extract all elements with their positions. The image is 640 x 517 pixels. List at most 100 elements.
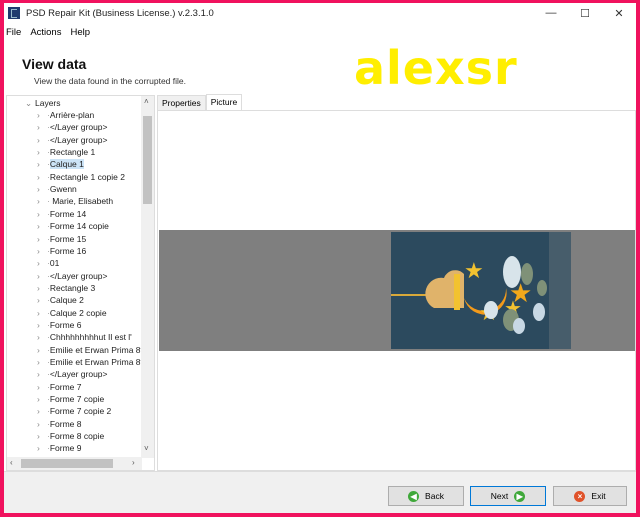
tree-item[interactable]: › ·Forme 7: [37, 381, 82, 393]
tree-item-label: 01: [49, 258, 60, 269]
next-label: Next: [490, 491, 509, 501]
chevron-right-icon: ›: [37, 184, 40, 195]
back-button[interactable]: ◀ Back: [388, 486, 464, 506]
tree-item[interactable]: › ·Calque 2 copie: [37, 307, 107, 319]
tree-item-label: Calque 2: [49, 295, 84, 306]
app-icon: [8, 7, 20, 19]
tree-item-label: </Layer group>: [49, 122, 108, 133]
minimize-button[interactable]: —: [534, 3, 568, 23]
tree-item[interactable]: › ·Rectangle 3: [37, 282, 95, 294]
tree-item[interactable]: › · Marie, Elisabeth: [37, 195, 113, 207]
tree-item-label: </Layer group>: [49, 134, 108, 145]
tree-item[interactable]: › ·</Layer group>: [37, 134, 108, 146]
scroll-up-icon[interactable]: ˄: [144, 97, 149, 106]
back-arrow-icon: ◀: [408, 490, 420, 502]
scroll-left-icon[interactable]: ‹: [10, 458, 13, 467]
exit-x-icon: ×: [574, 490, 586, 502]
watermark: alexsr: [354, 41, 518, 95]
chevron-right-icon: ›: [37, 171, 40, 182]
chevron-right-icon: ›: [37, 307, 40, 318]
chevron-right-icon: ›: [37, 332, 40, 343]
tree-item[interactable]: › ·Gwenn: [37, 183, 77, 195]
tree-item-label: Forme 9: [49, 443, 82, 454]
chevron-right-icon: ›: [37, 221, 40, 232]
tree-item[interactable]: › ·Emilie et Erwan Prima 8t: [37, 344, 143, 356]
tree-item[interactable]: › ·Forme 8 copie: [37, 430, 104, 442]
tree-item[interactable]: › ·Emilie et Erwan Prima 8t: [37, 356, 143, 368]
tree-item-label: </Layer group>: [49, 270, 108, 281]
tree-item-label: Gwenn: [49, 184, 77, 195]
tree-item-label: Forme 15: [49, 233, 87, 244]
page-subtitle: View the data found in the corrupted fil…: [34, 76, 186, 86]
scroll-thumb[interactable]: [143, 116, 152, 204]
tree-item[interactable]: › ·Forme 14 copie: [37, 220, 109, 232]
tree-item[interactable]: › ·Forme 7 copie: [37, 393, 104, 405]
tree-item-label: Rectangle 1: [49, 147, 96, 158]
chevron-right-icon: ›: [37, 196, 40, 207]
tree-item[interactable]: › ·Calque 1: [37, 158, 84, 170]
tab-picture[interactable]: Picture: [205, 94, 243, 111]
next-arrow-icon: ▶: [514, 490, 526, 502]
tree-item[interactable]: › ·Arrière-plan: [37, 109, 94, 121]
tree-item[interactable]: › ·</Layer group>: [37, 121, 108, 133]
horizontal-scrollbar[interactable]: ‹ ›: [7, 457, 142, 470]
chevron-right-icon: ›: [37, 270, 40, 281]
chevron-right-icon: ›: [37, 147, 40, 158]
chevron-right-icon: ›: [37, 245, 40, 256]
tree-item[interactable]: › ·Forme 7 copie 2: [37, 405, 111, 417]
tree-item-label: Emilie et Erwan Prima 8t: [49, 357, 143, 367]
maximize-button[interactable]: ☐: [568, 3, 602, 23]
next-button[interactable]: Next ▶: [470, 486, 546, 506]
scroll-right-icon[interactable]: ›: [132, 458, 135, 467]
tree-item-label: </Layer group>: [49, 369, 108, 380]
chevron-right-icon: ›: [37, 208, 40, 219]
tree-root[interactable]: ⌄ Layers: [25, 97, 61, 109]
tree-item[interactable]: › ·</Layer group>: [37, 368, 108, 380]
tab-properties[interactable]: Properties: [157, 95, 206, 111]
layers-tree[interactable]: ⌄ Layers › ·Arrière-plan › ·</Layer group> › ·…: [6, 95, 155, 471]
tree-item[interactable]: › ·01: [37, 257, 59, 269]
tree-item[interactable]: › ·</Layer group>: [37, 270, 108, 282]
tree-item-label: Marie, Elisabeth: [49, 196, 114, 207]
tree-item-label: Forme 8 copie: [49, 431, 105, 442]
window-title: PSD Repair Kit (Business License.) v.2.3…: [26, 7, 214, 19]
exit-button[interactable]: × Exit: [553, 486, 627, 506]
title-bar: PSD Repair Kit (Business License.) v.2.3…: [4, 3, 636, 23]
chevron-right-icon: ›: [37, 122, 40, 133]
chevron-right-icon: ›: [37, 369, 40, 380]
tree-item[interactable]: › ·Rectangle 1 copie 2: [37, 171, 125, 183]
tree-item[interactable]: › ·Chhhhhhhhhut Il est l': [37, 331, 132, 343]
chevron-right-icon: ›: [37, 431, 40, 442]
scroll-down-icon[interactable]: ˅: [144, 444, 149, 453]
menu-bar: File Actions Help: [4, 24, 90, 40]
hscroll-thumb[interactable]: [21, 459, 113, 468]
vertical-scrollbar[interactable]: ˄ ˅: [141, 96, 154, 458]
tree-item-label: Forme 7: [49, 381, 82, 392]
tree-item-label: Forme 6: [49, 319, 82, 330]
tree-item[interactable]: › ·Forme 9: [37, 442, 82, 454]
chevron-right-icon: ›: [37, 282, 40, 293]
tree-item-label: Forme 14 copie: [49, 221, 109, 232]
menu-help[interactable]: Help: [70, 27, 90, 38]
tree-item-label: Calque 1: [49, 159, 84, 170]
picture-preview: ★ ★ ★ ★: [159, 230, 635, 351]
close-button[interactable]: ✕: [602, 3, 636, 23]
tree-item-label: Forme 16: [49, 245, 87, 256]
tree-item[interactable]: › ·Forme 16: [37, 245, 86, 257]
tree-item[interactable]: › ·Rectangle 1: [37, 146, 95, 158]
tree-item-label: Forme 7 copie 2: [49, 406, 112, 417]
tree-item[interactable]: › ·Forme 15: [37, 233, 86, 245]
chevron-right-icon: ›: [37, 319, 40, 330]
menu-file[interactable]: File: [6, 27, 21, 38]
tree-item[interactable]: › ·Forme 14: [37, 208, 86, 220]
wizard-footer: ◀ Back Next ▶ × Exit: [4, 471, 636, 513]
tree-item[interactable]: › ·Forme 6: [37, 319, 82, 331]
chevron-right-icon: ›: [37, 381, 40, 392]
chevron-right-icon: ›: [37, 344, 40, 355]
chevron-right-icon: ›: [37, 418, 40, 429]
exit-label: Exit: [591, 491, 606, 501]
tree-item[interactable]: › ·Calque 2: [37, 294, 84, 306]
tree-item-label: Rectangle 1 copie 2: [49, 171, 125, 182]
menu-actions[interactable]: Actions: [30, 27, 61, 38]
tree-item[interactable]: › ·Forme 8: [37, 418, 82, 430]
